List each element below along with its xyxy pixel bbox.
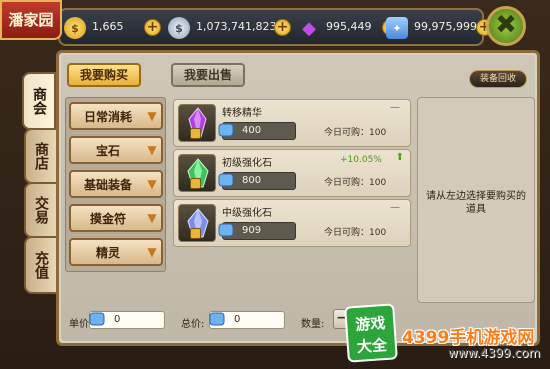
item-price: 400 bbox=[242, 125, 262, 136]
category-talisman[interactable]: 摸金符 ▼ bbox=[69, 204, 163, 232]
ticket-amount: 99,975,999 bbox=[414, 20, 477, 33]
ticket-icon bbox=[89, 312, 105, 326]
daily-limit: 今日可购：100 bbox=[324, 178, 387, 188]
purple-gem-icon: ◆ bbox=[302, 17, 316, 39]
category-label: 精灵 bbox=[95, 246, 120, 260]
gold-amount: 1,665 bbox=[92, 20, 124, 33]
watermark-text: 游戏 bbox=[354, 313, 386, 335]
lock-icon bbox=[190, 228, 201, 239]
ticket-icon bbox=[218, 123, 234, 137]
close-button[interactable]: ✖ bbox=[486, 6, 526, 46]
info-panel: 请从左边选择要购买的道具 bbox=[417, 97, 535, 303]
watermark-site-name: 4399手机游戏网 bbox=[402, 328, 535, 348]
total-price-label: 总价: bbox=[181, 319, 205, 330]
bonus-percent: +10.05% bbox=[340, 155, 382, 165]
item-price: 800 bbox=[242, 175, 262, 186]
category-label: 摸金符 bbox=[89, 212, 126, 226]
blue-ticket-icon: ✦ bbox=[386, 17, 408, 39]
add-silver-button[interactable]: + bbox=[274, 19, 291, 36]
item-list: 转移精华 400 今日可购：100 — 初级强化石 +10.05% ⬆ 800 … bbox=[173, 97, 411, 303]
item-row[interactable]: 中级强化石 909 今日可购：100 — bbox=[173, 199, 411, 247]
chevron-down-icon: ▼ bbox=[147, 177, 157, 191]
gold-coin-icon: $ bbox=[64, 17, 86, 39]
category-list: 日常消耗 ▼ 宝石 ▼ 基础装备 ▼ 摸金符 ▼ 精灵 ▼ bbox=[65, 97, 166, 272]
quantity-label: 数量: bbox=[301, 319, 325, 330]
silver-coin-icon: $ bbox=[168, 17, 190, 39]
item-name: 转移精华 bbox=[222, 108, 262, 119]
collapse-icon: — bbox=[390, 202, 400, 213]
buy-button[interactable]: 我要购买 bbox=[67, 63, 141, 87]
chevron-down-icon: ▼ bbox=[147, 143, 157, 157]
silver-amount: 1,073,741,823 bbox=[196, 20, 277, 33]
gem-resource: ◆ 995,449 + bbox=[298, 17, 399, 39]
ticket-icon bbox=[218, 173, 234, 187]
sell-button[interactable]: 我要出售 bbox=[171, 63, 245, 87]
watermark-url: www.4399.com bbox=[448, 346, 541, 360]
category-label: 基础装备 bbox=[83, 178, 132, 192]
watermark-text: 大全 bbox=[356, 335, 388, 356]
tab-trade[interactable]: 交易 bbox=[24, 182, 58, 238]
info-text: 请从左边选择要购买的道具 bbox=[426, 191, 526, 215]
watermark-logo: 游戏 大全 bbox=[344, 303, 398, 363]
main-panel: 我要购买 我要出售 装备回收 日常消耗 ▼ 宝石 ▼ 基础装备 ▼ 摸金符 ▼ … bbox=[56, 50, 540, 346]
tab-recharge[interactable]: 充值 bbox=[24, 236, 58, 294]
chevron-down-icon: ▼ bbox=[147, 109, 157, 123]
collapse-icon: — bbox=[390, 102, 400, 113]
ticket-icon bbox=[209, 312, 225, 326]
ticket-icon bbox=[218, 223, 234, 237]
silver-resource: $ 1,073,741,823 + bbox=[168, 17, 291, 39]
category-gems[interactable]: 宝石 ▼ bbox=[69, 136, 163, 164]
lock-icon bbox=[190, 128, 201, 139]
category-spirit[interactable]: 精灵 ▼ bbox=[69, 238, 163, 266]
item-price: 909 bbox=[242, 225, 262, 236]
chevron-down-icon: ▼ bbox=[147, 211, 157, 225]
equipment-recycle-button[interactable]: 装备回收 bbox=[469, 70, 527, 88]
item-row[interactable]: 转移精华 400 今日可购：100 — bbox=[173, 99, 411, 147]
gem-amount: 995,449 bbox=[326, 20, 372, 33]
chevron-down-icon: ▼ bbox=[147, 245, 157, 259]
ticket-resource: ✦ 99,975,999 + bbox=[386, 17, 493, 39]
item-row[interactable]: 初级强化石 +10.05% ⬆ 800 今日可购：100 bbox=[173, 149, 411, 197]
item-name: 中级强化石 bbox=[222, 208, 272, 219]
game-window: $ 1,665 + $ 1,073,741,823 + ◆ 995,449 + … bbox=[0, 0, 550, 369]
lock-icon bbox=[190, 178, 201, 189]
tab-commerce[interactable]: 商会 bbox=[22, 72, 56, 130]
item-name: 初级强化石 bbox=[222, 158, 272, 169]
page-title: 潘家园 bbox=[0, 0, 62, 40]
tab-shop[interactable]: 商店 bbox=[24, 128, 58, 184]
daily-limit: 今日可购：100 bbox=[324, 228, 387, 238]
arrow-up-icon: ⬆ bbox=[395, 152, 404, 163]
category-daily-consumables[interactable]: 日常消耗 ▼ bbox=[69, 102, 163, 130]
daily-limit: 今日可购：100 bbox=[324, 128, 387, 138]
category-label: 宝石 bbox=[95, 144, 120, 158]
category-label: 日常消耗 bbox=[83, 110, 132, 124]
resource-bar: $ 1,665 + $ 1,073,741,823 + ◆ 995,449 + … bbox=[58, 8, 493, 46]
gold-resource: $ 1,665 + bbox=[64, 17, 161, 39]
main-panel-inner: 我要购买 我要出售 装备回收 日常消耗 ▼ 宝石 ▼ 基础装备 ▼ 摸金符 ▼ … bbox=[61, 55, 535, 341]
add-gold-button[interactable]: + bbox=[144, 19, 161, 36]
category-basic-equipment[interactable]: 基础装备 ▼ bbox=[69, 170, 163, 198]
